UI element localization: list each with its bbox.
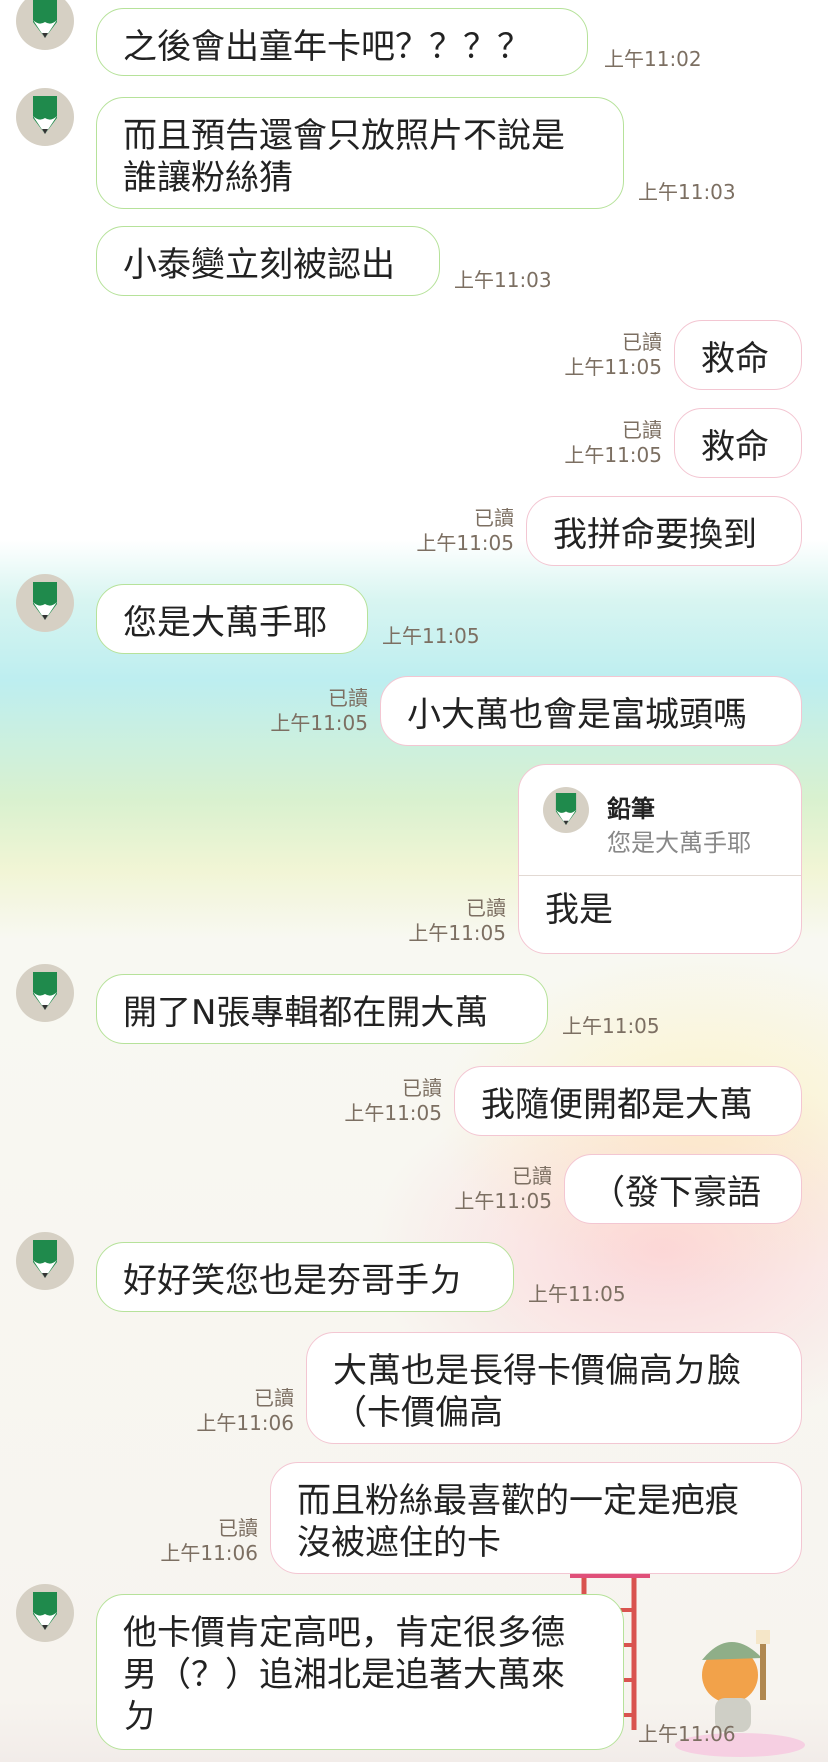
message-time: 上午11:05 [562, 1014, 660, 1038]
reply-message-bubble[interactable]: 鉛筆 您是大萬手耶 我是 [518, 764, 802, 954]
message-bubble[interactable]: 好好笑您也是夯哥手ㄉ [96, 1242, 514, 1312]
avatar[interactable] [16, 0, 74, 50]
chat-scene: 之後會出童年卡吧？？？？ 上午11:02 而且預告還會只放照片不說是 誰讓粉絲猜… [0, 0, 828, 1762]
message-bubble[interactable]: 我隨便開都是大萬 [454, 1066, 802, 1136]
message-bubble[interactable]: （發下豪語 [564, 1154, 802, 1224]
pencil-icon [33, 1592, 57, 1630]
avatar[interactable] [16, 1232, 74, 1290]
message-time: 上午11:02 [604, 47, 702, 71]
message-time: 上午11:05 [564, 443, 662, 467]
message-read-status: 已讀 上午11:05 [394, 506, 514, 556]
message-read-status: 已讀 上午11:05 [240, 686, 368, 736]
message-read-status: 已讀 上午11:05 [386, 896, 506, 946]
quoted-avatar [543, 787, 589, 833]
message-read-status: 已讀 上午11:05 [540, 418, 662, 468]
pencil-icon [33, 0, 57, 38]
message-time: 上午11:05 [270, 711, 368, 735]
message-bubble[interactable]: 我拼命要換到 [526, 496, 802, 566]
pencil-icon [555, 793, 577, 825]
pencil-icon [33, 972, 57, 1010]
pencil-icon [33, 1240, 57, 1278]
quoted-message[interactable]: 鉛筆 您是大萬手耶 [519, 765, 801, 876]
avatar[interactable] [16, 88, 74, 146]
message-bubble[interactable]: 小泰變立刻被認出 [96, 226, 440, 296]
message-bubble[interactable]: 而且預告還會只放照片不說是 誰讓粉絲猜 [96, 97, 624, 209]
message-read-status: 已讀 上午11:06 [180, 1386, 294, 1436]
read-label: 已讀 [622, 330, 662, 354]
message-read-status: 已讀 上午11:05 [330, 1076, 442, 1126]
read-label: 已讀 [622, 418, 662, 442]
message-time: 上午11:05 [564, 355, 662, 379]
message-time: 上午11:05 [344, 1101, 442, 1125]
message-read-status: 已讀 上午11:05 [440, 1164, 552, 1214]
message-time: 上午11:06 [638, 1722, 736, 1746]
quoted-text: 您是大萬手耶 [607, 829, 751, 857]
message-time: 上午11:06 [196, 1411, 294, 1435]
message-bubble[interactable]: 而且粉絲最喜歡的一定是疤痕 沒被遮住的卡 [270, 1462, 802, 1574]
read-label: 已讀 [328, 686, 368, 710]
avatar[interactable] [16, 964, 74, 1022]
pencil-icon [33, 582, 57, 620]
message-bubble[interactable]: 大萬也是長得卡價偏高ㄉ臉 （卡價偏高 [306, 1332, 802, 1444]
read-label: 已讀 [402, 1076, 442, 1100]
message-bubble[interactable]: 他卡價肯定高吧，肯定很多德 男（？）追湘北是追著大萬來 ㄉ [96, 1594, 624, 1750]
pencil-icon [33, 96, 57, 134]
message-bubble[interactable]: 救命 [674, 408, 802, 478]
read-label: 已讀 [254, 1386, 294, 1410]
avatar[interactable] [16, 574, 74, 632]
message-bubble[interactable]: 開了N張專輯都在開大萬 [96, 974, 548, 1044]
message-bubble[interactable]: 救命 [674, 320, 802, 390]
message-bubble[interactable]: 之後會出童年卡吧？？？？ [96, 8, 588, 76]
read-label: 已讀 [474, 506, 514, 530]
message-time: 上午11:06 [160, 1541, 258, 1565]
message-read-status: 已讀 上午11:06 [144, 1516, 258, 1566]
message-time: 上午11:05 [416, 531, 514, 555]
read-label: 已讀 [512, 1164, 552, 1188]
message-time: 上午11:03 [638, 180, 736, 204]
message-time: 上午11:05 [382, 624, 480, 648]
message-time: 上午11:05 [408, 921, 506, 945]
message-read-status: 已讀 上午11:05 [540, 330, 662, 380]
message-time: 上午11:05 [528, 1282, 626, 1306]
message-time: 上午11:05 [454, 1189, 552, 1213]
read-label: 已讀 [466, 896, 506, 920]
message-bubble[interactable]: 您是大萬手耶 [96, 584, 368, 654]
read-label: 已讀 [218, 1516, 258, 1540]
avatar[interactable] [16, 1584, 74, 1642]
message-time: 上午11:03 [454, 268, 552, 292]
message-text: 我是 [545, 890, 613, 930]
message-bubble[interactable]: 小大萬也會是富城頭嗎 [380, 676, 802, 746]
